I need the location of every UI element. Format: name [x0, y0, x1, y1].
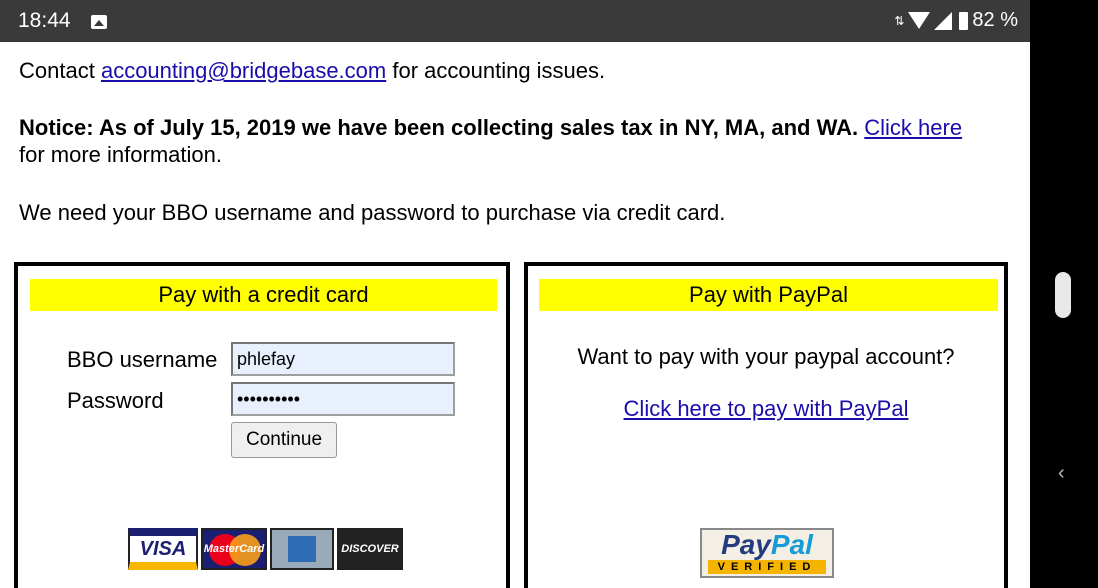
notice-click-here-link[interactable]: Click here — [864, 115, 962, 140]
image-icon — [91, 15, 107, 29]
browser-viewport: 18:44 ⇅ 82 % Contact accounting@bridgeba… — [0, 0, 1030, 588]
pay-with-paypal-link[interactable]: Click here to pay with PayPal — [624, 396, 909, 421]
mastercard-logo: MasterCard — [201, 528, 267, 570]
notice-bold-text: Notice: As of July 15, 2019 we have been… — [19, 115, 859, 140]
paypal-verified-text: VERIFIED — [708, 560, 826, 574]
amex-logo — [270, 528, 334, 570]
battery-icon — [959, 11, 969, 30]
chevron-left-icon[interactable]: ‹ — [1058, 462, 1065, 485]
contact-line: Contact accounting@bridgebase.com for ac… — [19, 58, 605, 84]
password-input[interactable] — [231, 382, 455, 416]
continue-button[interactable]: Continue — [231, 422, 337, 458]
status-bar: 18:44 ⇅ 82 % — [0, 0, 1030, 42]
username-label: BBO username — [67, 347, 218, 372]
card-logos: VISA MasterCard DISCOVER — [128, 528, 403, 570]
credit-card-panel: Pay with a credit card BBO username Pass… — [14, 262, 510, 588]
battery-percent: 82 % — [972, 9, 1018, 31]
status-time: 18:44 — [18, 9, 71, 32]
data-arrows-icon: ⇅ — [894, 13, 905, 28]
credentials-notice: We need your BBO username and password t… — [19, 200, 726, 225]
contact-suffix: for accounting issues. — [392, 58, 606, 83]
mastercard-text: MasterCard — [203, 543, 265, 555]
discover-logo: DISCOVER — [337, 528, 403, 570]
discover-text: DISCOVER — [341, 543, 399, 555]
notice-rest-text: for more information. — [19, 142, 222, 167]
visa-logo: VISA — [128, 528, 198, 570]
password-label: Password — [67, 388, 164, 413]
paypal-question: Want to pay with your paypal account? — [577, 344, 955, 369]
paypal-verified-badge: PayPal VERIFIED — [700, 528, 834, 578]
contact-prefix: Contact — [19, 58, 95, 83]
accounting-email-link[interactable]: accounting@bridgebase.com — [101, 58, 386, 83]
paypal-badge-pay: Pay — [721, 529, 771, 560]
status-indicators: ⇅ 82 % — [894, 9, 1018, 32]
paypal-header: Pay with PayPal — [539, 279, 998, 311]
username-input[interactable] — [231, 342, 455, 376]
paypal-link-wrapper: Click here to pay with PayPal — [528, 396, 1004, 422]
credit-card-header: Pay with a credit card — [30, 279, 497, 311]
paypal-badge-pal: Pal — [770, 529, 813, 560]
notice-paragraph: Notice: As of July 15, 2019 we have been… — [19, 114, 1019, 168]
paypal-panel: Pay with PayPal Want to pay with your pa… — [524, 262, 1008, 588]
signal-icon — [934, 11, 953, 30]
scroll-handle[interactable] — [1055, 272, 1071, 318]
wifi-icon — [908, 12, 931, 29]
